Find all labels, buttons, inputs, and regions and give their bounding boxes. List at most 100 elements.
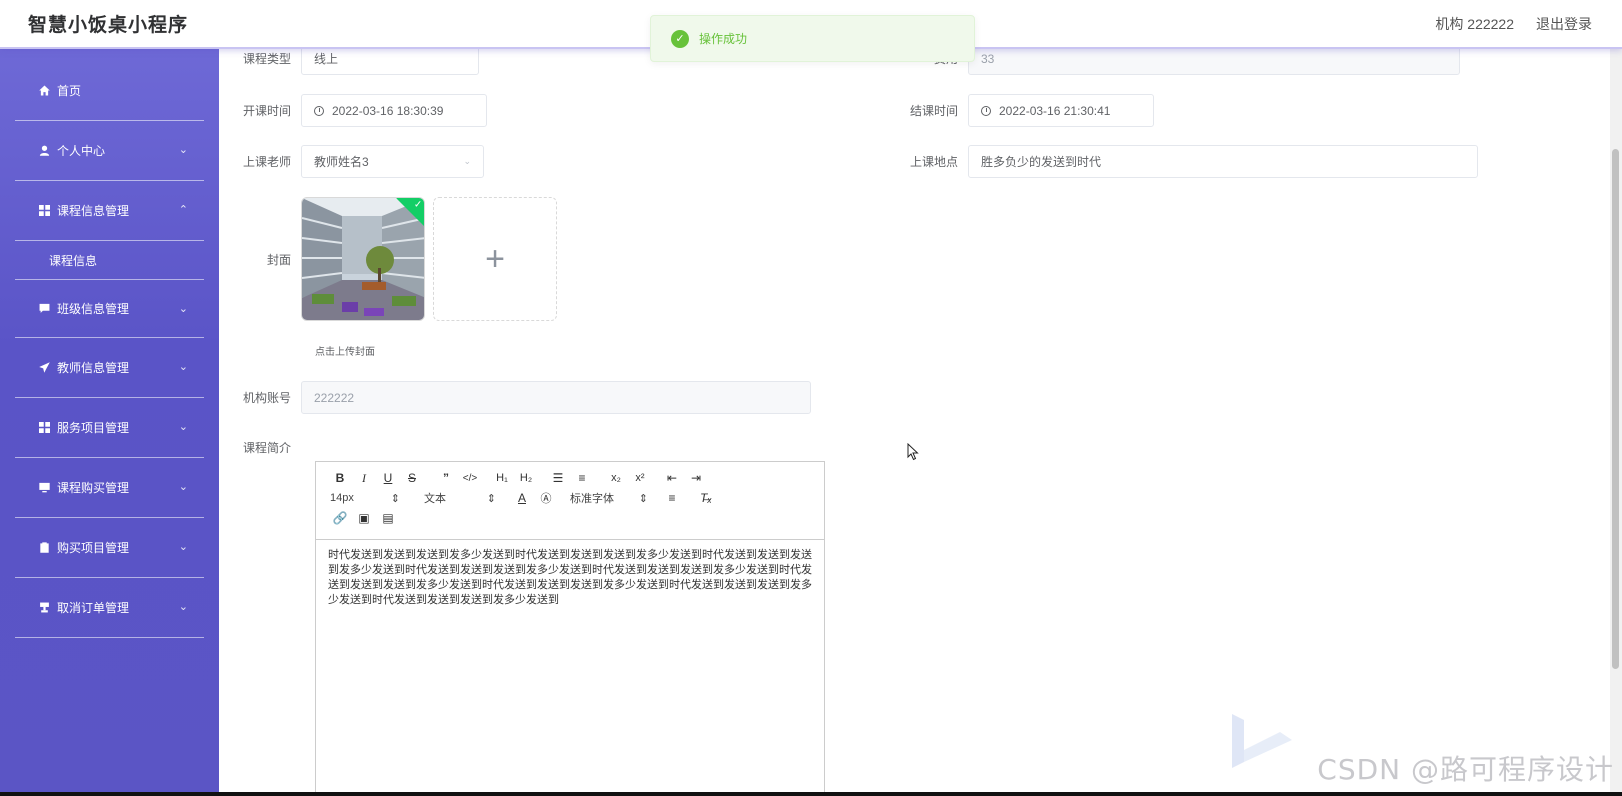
sidebar-item-label: 教师信息管理 [57,361,130,375]
start-time-value: 2022-03-16 18:30:39 [332,103,444,118]
sidebar-subitem-course-info[interactable]: 课程信息 [15,241,204,279]
chevron-down-icon: ⌄ [178,481,188,493]
editor-content[interactable]: 时代发送到发送到发送到发多少发送到时代发送到发送到发送到发多少发送到时代发送到发… [316,540,824,616]
sidebar-item-cancel-orders[interactable]: 取消订单管理 ⌄ [15,578,204,638]
text-style-value: 文本 [424,493,446,505]
grid-icon [37,422,51,433]
scrollbar-thumb[interactable] [1612,149,1619,669]
intro-label: 课程简介 [242,441,291,455]
toolbar-row-2: 14px ⇕ 文本 ⇕ A Ⓐ 标准字体 ⇕ ≡ T̶ₓ [328,488,814,508]
form-row-start-time: 开课时间 2022-03-16 18:30:39 [219,94,487,127]
user-icon [37,145,51,156]
home-icon [37,85,51,96]
superscript-icon[interactable]: x² [628,469,652,487]
chat-icon [37,303,51,314]
sidebar-item-label: 购买项目管理 [57,541,130,555]
account-label: 机构账号 [242,391,291,405]
location-input[interactable]: 胜多负少的发送到时代 [968,145,1478,178]
clear-format-icon[interactable]: T̶ₓ [694,489,718,507]
bottom-bar [0,792,1622,796]
cover-hint: 点击上传封面 [315,347,375,358]
sidebar-item-service-management[interactable]: 服务项目管理 ⌄ [15,398,204,458]
clipboard-icon [37,542,51,553]
form-row-end-time: 结课时间 2022-03-16 21:30:41 [886,94,1154,127]
align-icon[interactable]: ≡ [660,489,684,507]
course-type-label: 课程类型 [242,52,291,66]
stamp-icon [37,602,51,613]
outdent-icon[interactable]: ⇤ [660,469,684,487]
monitor-icon [37,482,51,493]
sidebar-item-label: 个人中心 [57,144,106,158]
chevron-down-icon: ⌄ [178,601,188,613]
logout-button[interactable]: 退出登录 [1536,14,1592,34]
account-input[interactable]: 222222 [301,381,811,414]
clock-icon [981,105,991,116]
app-title: 智慧小饭桌小程序 [28,15,189,36]
sidebar-item-course-purchase[interactable]: 课程购买管理 ⌄ [15,458,204,518]
toolbar-row-1: B I U S ” </> H₁ H₂ ☰ ≡ x₂ x² ⇤ ⇥ [328,468,814,488]
start-time-picker[interactable]: 2022-03-16 18:30:39 [301,94,487,127]
header-2-icon[interactable]: H₂ [514,469,538,487]
header-1-icon[interactable]: H₁ [490,469,514,487]
start-time-label: 开课时间 [242,104,291,118]
text-style-select[interactable]: 文本 ⇕ [424,490,496,506]
chevron-updown-icon: ⇕ [390,492,400,505]
underline-icon[interactable]: U [376,469,400,487]
account-label[interactable]: 机构 222222 [1435,14,1514,34]
bold-icon[interactable]: B [328,469,352,487]
send-icon [37,362,51,373]
mouse-pointer-icon [907,443,919,461]
success-toast: ✓ 操作成功 [650,15,975,62]
chevron-down-icon: ⌃ [178,204,188,216]
strikethrough-icon[interactable]: S [400,469,424,487]
sidebar-item-home[interactable]: 首页 [15,61,204,121]
course-edit-form: 课程类型 线上 费用 33 开课时间 2022-03-16 18:30:39 结… [219,42,1610,796]
background-color-icon[interactable]: Ⓐ [534,489,558,507]
toolbar-row-3: 🔗 ▣ ▤ [328,508,814,528]
sidebar-item-teacher-management[interactable]: 教师信息管理 ⌄ [15,338,204,398]
image-icon[interactable]: ▣ [352,509,376,527]
chevron-down-icon: ⌄ [178,144,188,156]
watermark-text: CSDN @路可程序设计 [1317,753,1614,786]
teacher-label: 上课老师 [242,155,291,169]
blockquote-icon[interactable]: ” [434,469,458,487]
teacher-select[interactable]: 教师姓名3 ⌄ [301,145,484,178]
csdn-logo-watermark [1232,714,1292,768]
page: 智慧小饭桌小程序 机构 222222 退出登录 ✓ 操作成功 首页 个人中心 ⌄… [0,0,1622,796]
font-family-select[interactable]: 标准字体 ⇕ [570,490,648,506]
toast-message: 操作成功 [699,32,748,46]
sidebar-item-purchase-items[interactable]: 购买项目管理 ⌄ [15,518,204,578]
page-scrollbar[interactable] [1610,49,1622,796]
end-time-label: 结课时间 [909,104,958,118]
chevron-down-icon: ⌄ [178,303,188,315]
code-block-icon[interactable]: </> [458,469,482,487]
subscript-icon[interactable]: x₂ [604,469,628,487]
sidebar-item-class-management[interactable]: 班级信息管理 ⌄ [15,279,204,338]
font-color-icon[interactable]: A [510,489,534,507]
ordered-list-icon[interactable]: ☰ [546,469,570,487]
chevron-down-icon: ⌄ [178,421,188,433]
sidebar: 首页 个人中心 ⌄ 课程信息管理 ⌃ 课程信息 班级信息管理 ⌄ 教师信息管理 … [0,49,219,796]
font-size-select[interactable]: 14px ⇕ [330,492,400,505]
video-icon[interactable]: ▤ [376,509,400,527]
end-time-value: 2022-03-16 21:30:41 [999,103,1111,118]
sidebar-item-profile[interactable]: 个人中心 ⌄ [15,121,204,181]
italic-icon[interactable]: I [352,469,376,487]
chevron-down-icon: ⌄ [178,541,188,553]
form-row-teacher: 上课老师 教师姓名3 ⌄ [219,145,484,178]
sidebar-item-course-management[interactable]: 课程信息管理 ⌃ [15,181,204,241]
form-row-account: 机构账号 222222 [219,381,811,414]
teacher-value: 教师姓名3 [314,155,369,169]
cover-image[interactable]: ✓ [301,197,425,321]
indent-icon[interactable]: ⇥ [684,469,708,487]
grid-icon [37,205,51,216]
location-label: 上课地点 [909,155,958,169]
cover-label: 封面 [266,252,291,267]
form-row-cover: 封面 ✓ + [219,197,557,321]
add-cover-button[interactable]: + [433,197,557,321]
link-icon[interactable]: 🔗 [328,509,352,527]
check-circle-icon: ✓ [671,29,689,48]
bullet-list-icon[interactable]: ≡ [570,469,594,487]
form-row-location: 上课地点 胜多负少的发送到时代 [886,145,1478,178]
end-time-picker[interactable]: 2022-03-16 21:30:41 [968,94,1154,127]
